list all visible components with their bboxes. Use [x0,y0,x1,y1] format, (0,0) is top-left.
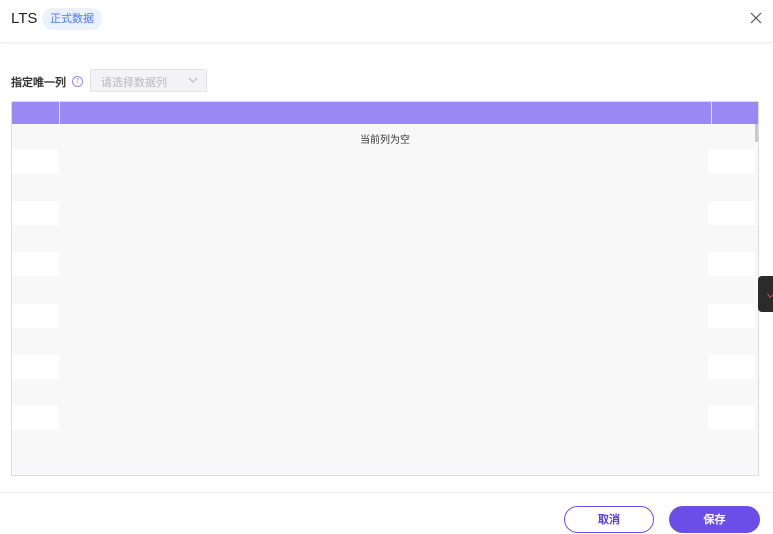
row-cell-left [12,150,59,174]
close-icon[interactable] [749,11,763,25]
row-cell-left [12,406,59,430]
save-button[interactable]: 保存 [669,506,760,533]
side-tab-icon [767,291,773,298]
side-tab[interactable] [758,276,773,312]
empty-message: 当前列为空 [360,135,410,146]
help-icon[interactable]: ? [72,76,83,87]
row-cell-left [12,355,59,379]
row-cell-right [708,201,755,225]
unique-column-label: 指定唯一列 [11,76,66,89]
status-badge: 正式数据 [42,8,102,30]
data-table: 当前列为空 [11,101,759,476]
dialog-header: LTS 正式数据 [0,0,773,43]
table-header [12,102,758,124]
column-select[interactable]: 请选择数据列 [90,69,207,92]
row-cell-right [708,304,755,328]
cancel-button[interactable]: 取消 [564,506,654,533]
row-cell-right [708,150,755,174]
column-divider [711,102,712,124]
row-cell-right [708,252,755,276]
row-cell-left [12,304,59,328]
column-divider [59,102,60,124]
chevron-down-icon [188,77,198,83]
row-cell-left [12,252,59,276]
dialog-footer: 取消 保存 [0,492,773,534]
row-cell-right [708,406,755,430]
row-cell-left [12,201,59,225]
dialog-title: LTS [11,10,38,27]
row-cell-right [708,355,755,379]
dialog: LTS 正式数据 指定唯一列 ? 请选择数据列 当前列为空 取消 保存 [0,0,773,534]
column-select-placeholder: 请选择数据列 [101,76,167,89]
